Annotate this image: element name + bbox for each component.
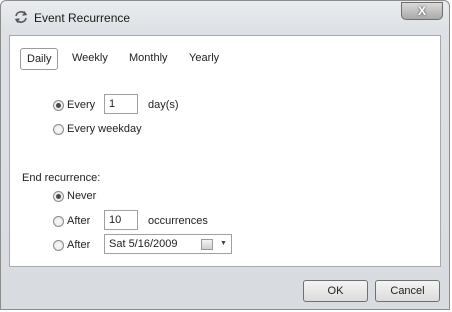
cancel-button[interactable]: Cancel [375, 280, 440, 302]
tab-weekly[interactable]: Weekly [66, 48, 114, 70]
every-weekday-label: Every weekday [67, 123, 142, 135]
tab-monthly[interactable]: Monthly [123, 48, 174, 70]
recurrence-icon [14, 11, 28, 23]
every-label: Every [67, 99, 96, 111]
close-button[interactable]: X [401, 2, 443, 20]
occurrences-label: occurrences [148, 215, 208, 227]
days-unit-label: day(s) [148, 99, 179, 111]
every-weekday-radio[interactable] [53, 124, 64, 135]
ok-button[interactable]: OK [303, 280, 368, 302]
event-recurrence-dialog: Event Recurrence X Daily Weekly Monthly … [0, 0, 450, 310]
never-radio[interactable] [53, 191, 64, 202]
after-label: After [67, 215, 91, 227]
every-n-days-radio[interactable] [53, 100, 64, 111]
dialog-title: Event Recurrence [34, 11, 131, 25]
title-bar: Event Recurrence X [1, 1, 449, 33]
never-label: Never [67, 190, 97, 202]
calendar-icon[interactable] [201, 239, 213, 250]
every-days-input[interactable]: 1 [104, 94, 138, 114]
tab-daily[interactable]: Daily [20, 48, 59, 70]
after-occurrences-radio[interactable] [53, 216, 64, 227]
dialog-content: Daily Weekly Monthly Yearly Every 1 day(… [9, 35, 441, 267]
end-date-value: Sat 5/16/2009 [109, 238, 178, 250]
occurrences-input[interactable]: 10 [104, 210, 138, 230]
end-recurrence-heading: End recurrence: [22, 172, 101, 184]
after-date-label: After [67, 239, 91, 251]
chevron-down-icon[interactable]: ▼ [220, 240, 227, 247]
after-date-radio[interactable] [53, 240, 64, 251]
tab-yearly[interactable]: Yearly [183, 48, 225, 70]
